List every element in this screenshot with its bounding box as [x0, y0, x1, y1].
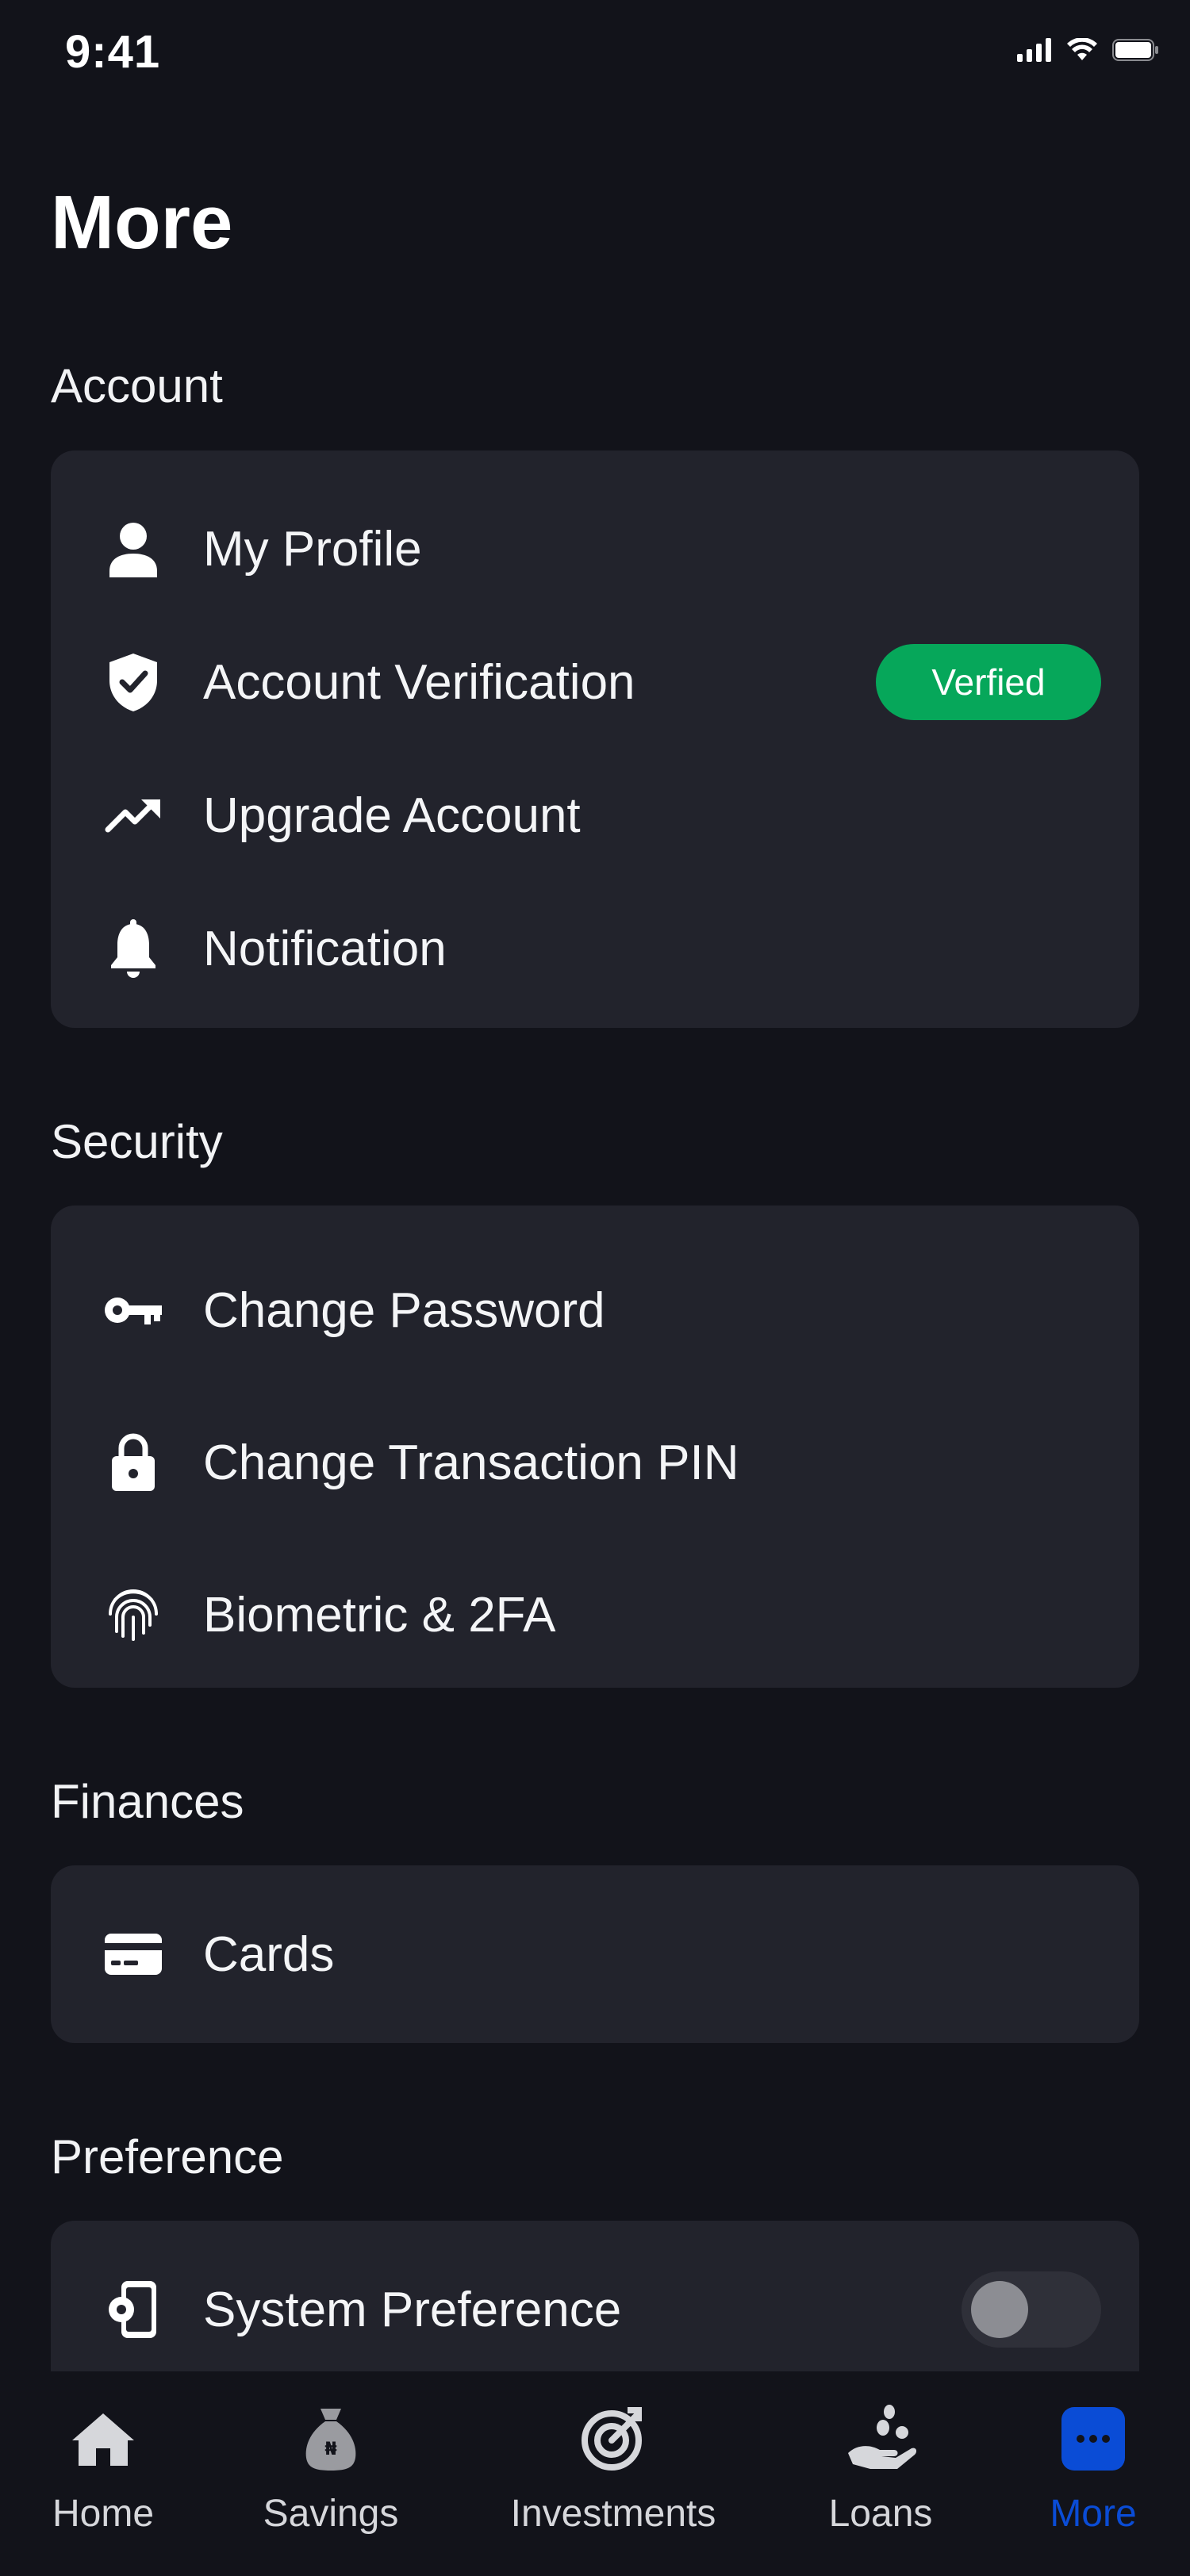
target-icon	[578, 2403, 649, 2474]
money-bag-icon: ₦	[295, 2403, 367, 2474]
tab-label: Savings	[263, 2493, 399, 2535]
security-card: Change Password Change Transaction PIN B…	[51, 1206, 1139, 1688]
hand-coin-icon	[845, 2403, 916, 2474]
verified-badge: Verfied	[876, 644, 1101, 720]
toggle-knob	[971, 2281, 1028, 2338]
finances-card: Cards	[51, 1865, 1139, 2043]
fingerprint-icon	[102, 1583, 165, 1646]
status-bar: 9:41	[0, 0, 1190, 103]
more-icon	[1058, 2403, 1129, 2474]
menu-item-label: Cards	[203, 1926, 335, 1982]
bottom-tab-bar: Home ₦ Savings Investments Loans More	[0, 2371, 1190, 2576]
wifi-icon	[1066, 37, 1098, 66]
menu-item-upgrade-account[interactable]: Upgrade Account	[51, 752, 1139, 879]
tab-home[interactable]: Home	[0, 2371, 206, 2576]
tab-label: More	[1050, 2493, 1137, 2535]
signal-icon	[1017, 38, 1052, 66]
system-preference-toggle[interactable]	[962, 2271, 1101, 2348]
status-icons	[1017, 37, 1160, 66]
menu-item-label: Change Transaction PIN	[203, 1435, 739, 1490]
menu-item-notification[interactable]: Notification	[51, 885, 1139, 1012]
section-label-finances: Finances	[51, 1775, 244, 1828]
person-icon	[102, 517, 165, 581]
menu-item-label: Notification	[203, 921, 447, 976]
svg-text:₦: ₦	[324, 2440, 336, 2459]
menu-item-label: Change Password	[203, 1282, 605, 1338]
tab-label: Investments	[510, 2493, 716, 2535]
menu-item-account-verification[interactable]: Account Verification Verfied	[51, 619, 1139, 746]
tab-label: Loans	[828, 2493, 933, 2535]
tab-investments[interactable]: Investments	[510, 2371, 716, 2576]
menu-item-label: Account Verification	[203, 654, 635, 710]
tab-savings[interactable]: ₦ Savings	[228, 2371, 434, 2576]
home-icon	[67, 2403, 139, 2474]
menu-item-label: Upgrade Account	[203, 788, 581, 843]
key-icon	[102, 1278, 165, 1342]
shield-check-icon	[102, 650, 165, 714]
section-label-preference: Preference	[51, 2130, 284, 2183]
menu-item-label: My Profile	[203, 521, 422, 577]
menu-item-cards[interactable]: Cards	[51, 1891, 1139, 2018]
menu-item-system-preference[interactable]: System Preference	[51, 2246, 1139, 2373]
tab-label: Home	[52, 2493, 155, 2535]
menu-item-change-password[interactable]: Change Password	[51, 1247, 1139, 1374]
menu-item-label: System Preference	[203, 2282, 622, 2337]
account-card: My Profile Account Verification Verfied …	[51, 450, 1139, 1028]
tab-more[interactable]: More	[990, 2371, 1190, 2576]
menu-item-label: Biometric & 2FA	[203, 1587, 556, 1643]
menu-item-change-transaction-pin[interactable]: Change Transaction PIN	[51, 1399, 1139, 1526]
section-label-security: Security	[51, 1115, 223, 1168]
menu-item-biometric-2fa[interactable]: Biometric & 2FA	[51, 1551, 1139, 1678]
page-title: More	[51, 180, 233, 265]
battery-icon	[1112, 38, 1160, 66]
tab-loans[interactable]: Loans	[777, 2371, 984, 2576]
card-icon	[102, 1922, 165, 1986]
phone-settings-icon	[102, 2278, 165, 2341]
trending-up-icon	[102, 784, 165, 847]
lock-icon	[102, 1431, 165, 1494]
menu-item-my-profile[interactable]: My Profile	[51, 485, 1139, 612]
bell-icon	[102, 917, 165, 980]
status-time: 9:41	[65, 26, 161, 78]
section-label-account: Account	[51, 359, 223, 412]
